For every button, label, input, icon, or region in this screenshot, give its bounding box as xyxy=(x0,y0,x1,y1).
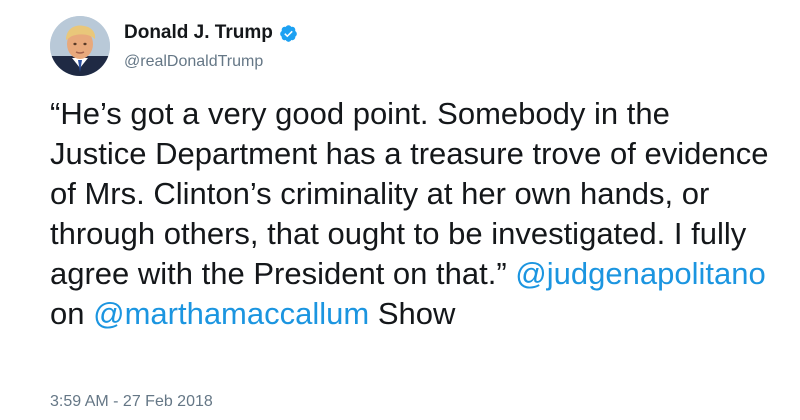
author-name-row: Donald J. Trump xyxy=(124,22,298,44)
tweet-text-tail: Show xyxy=(377,296,456,331)
avatar-image xyxy=(50,16,110,76)
mention-link[interactable]: @marthamaccallum xyxy=(93,296,369,331)
author-display-name[interactable]: Donald J. Trump xyxy=(124,22,273,44)
avatar[interactable] xyxy=(50,16,110,76)
mention-link[interactable]: @judgenapolitano xyxy=(515,256,765,291)
tweet-text: “He’s got a very good point. Somebody in… xyxy=(50,94,770,334)
tweet-card: Donald J. Trump @realDonaldTrump “He’s g… xyxy=(0,0,800,420)
tweet-text-connector: on xyxy=(50,296,85,331)
author-handle[interactable]: @realDonaldTrump xyxy=(124,53,263,71)
tweet-timestamp[interactable]: 3:59 AM - 27 Feb 2018 xyxy=(50,393,213,411)
verified-badge-icon xyxy=(279,24,298,43)
